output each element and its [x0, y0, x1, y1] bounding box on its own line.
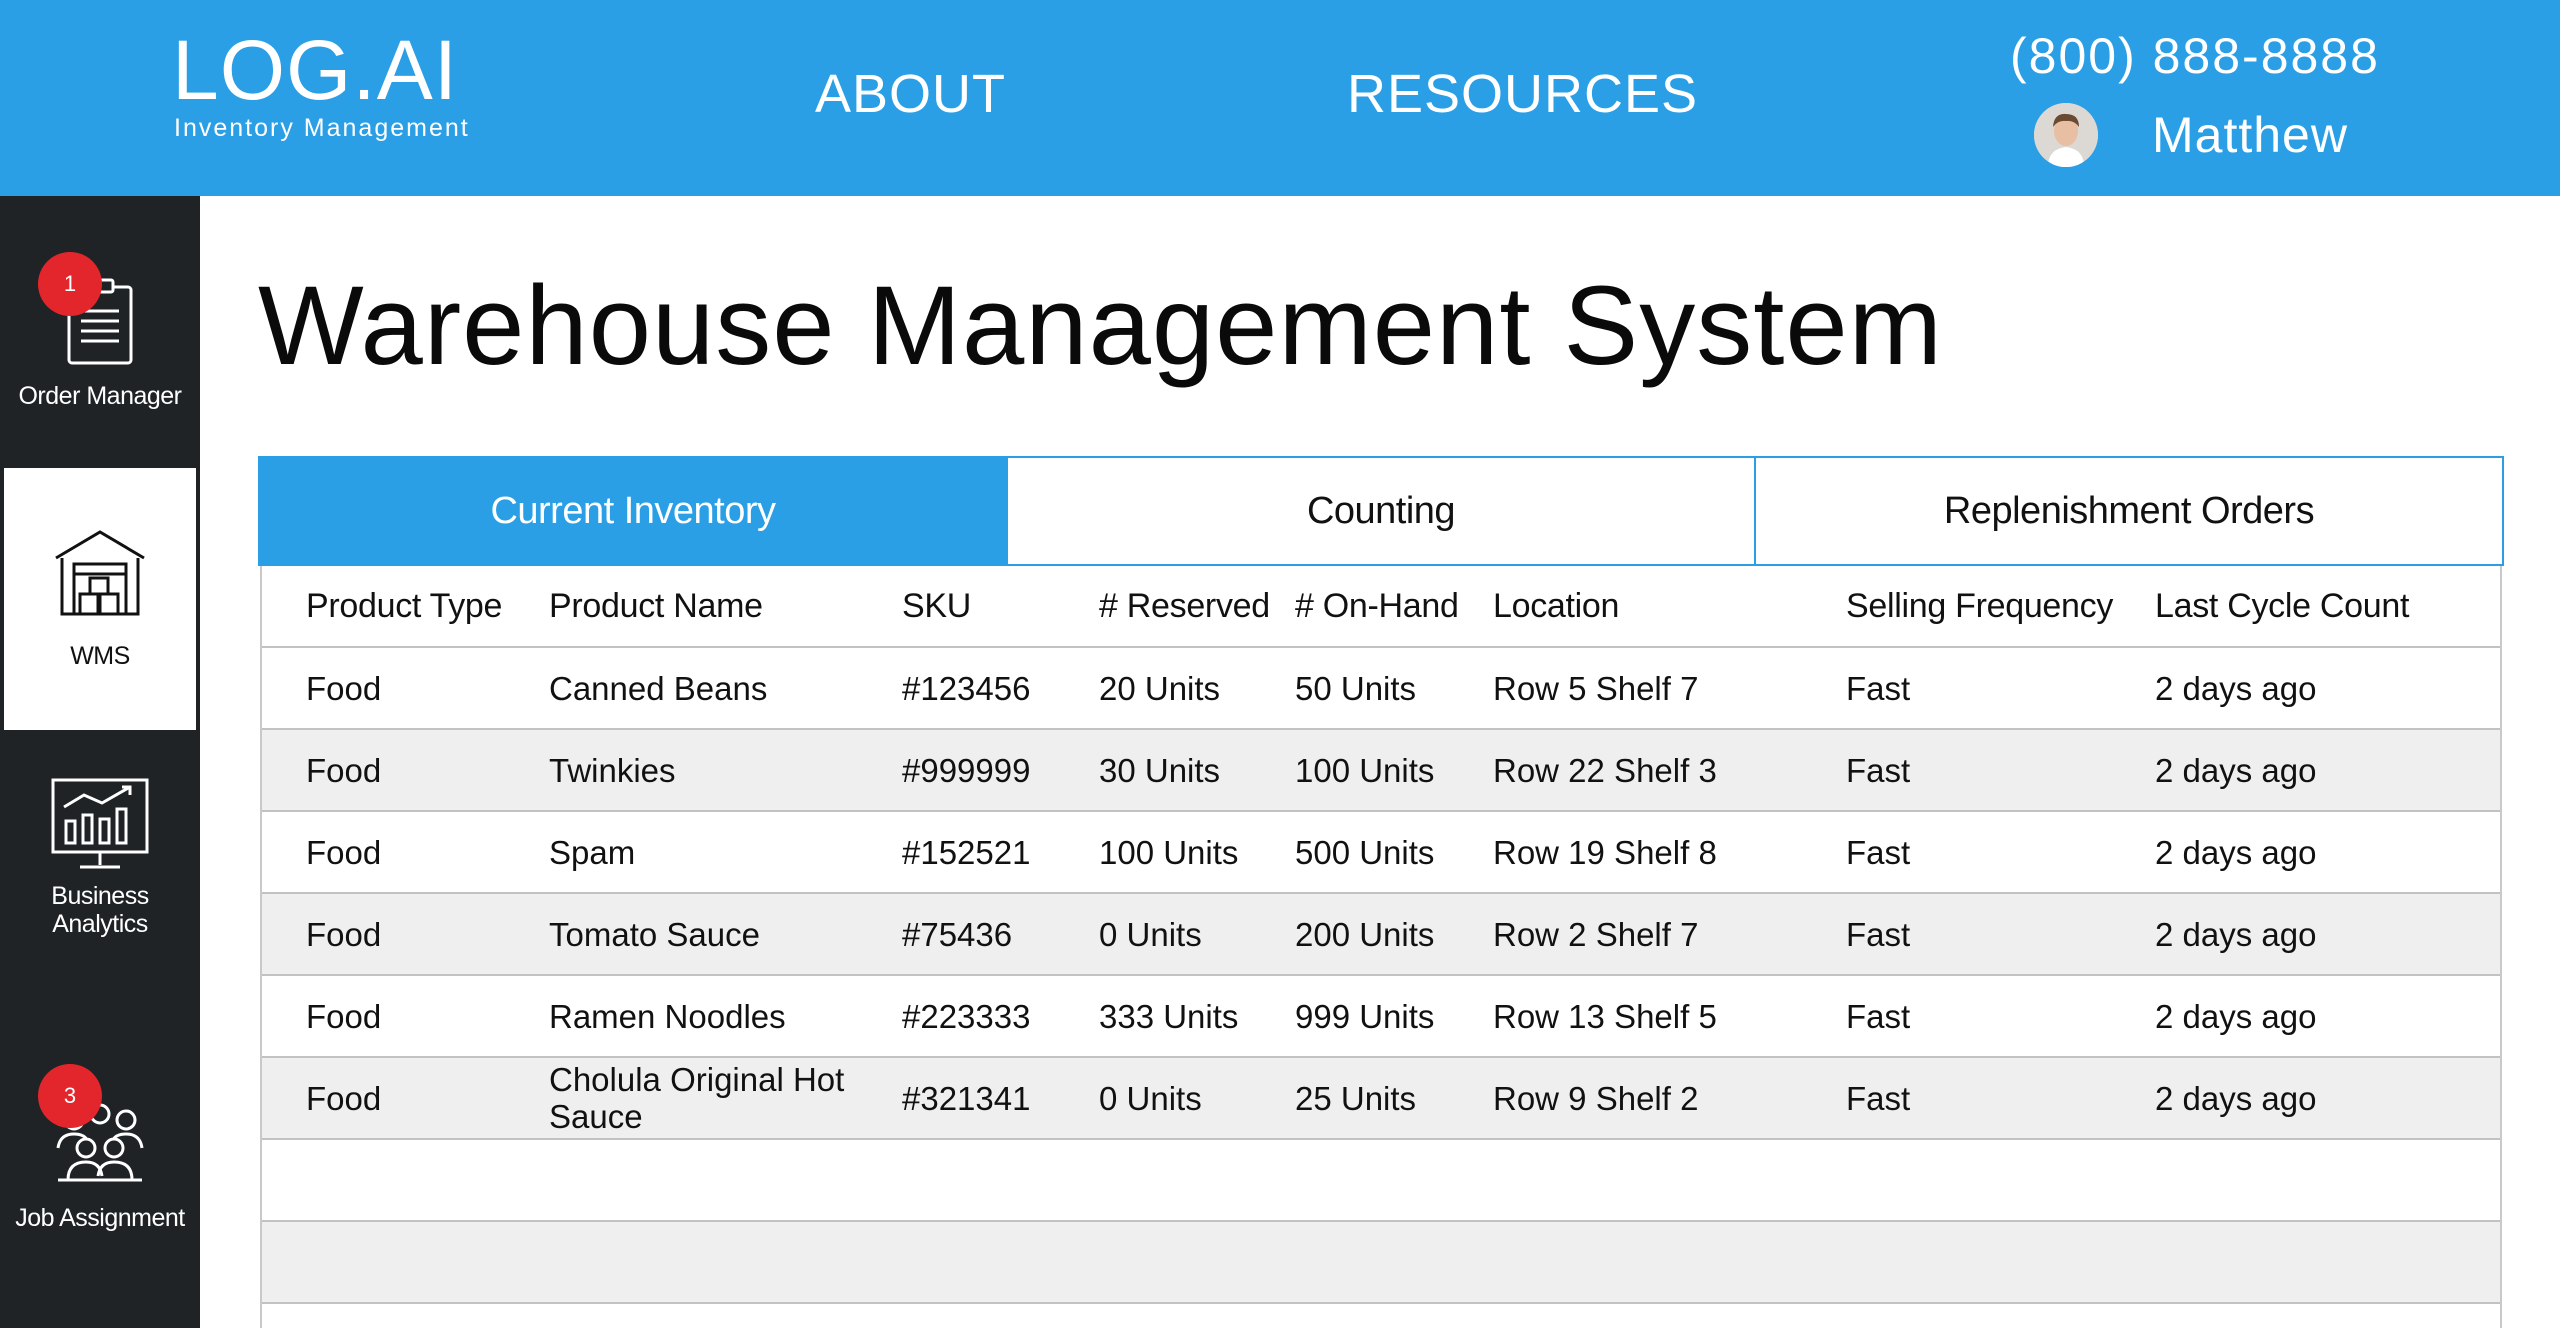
sidebar-item-label: WMS [70, 642, 130, 670]
warehouse-icon [50, 526, 150, 620]
logo-title: LOG.AI [172, 23, 459, 117]
table-cell: Row 2 Shelf 7 [1493, 915, 1699, 953]
table-cell: Row 13 Shelf 5 [1493, 997, 1717, 1035]
table-cell: Food [306, 997, 382, 1035]
column-header[interactable]: Selling Frequency [1846, 566, 2113, 646]
table-cell: #321341 [902, 1079, 1031, 1117]
table-cell: 25 Units [1295, 1079, 1417, 1117]
table-row[interactable]: Food Spam #152521 100 Units 500 Units Ro… [262, 812, 2500, 894]
table-cell: 100 Units [1295, 751, 1435, 789]
inventory-table: Product Type Product Name SKU # Reserved… [260, 566, 2502, 1328]
empty-table-row [262, 1304, 2500, 1328]
table-cell: #152521 [902, 833, 1031, 871]
empty-table-row [262, 1140, 2500, 1222]
table-header-row: Product Type Product Name SKU # Reserved… [262, 566, 2500, 648]
table-cell: 0 Units [1099, 915, 1202, 953]
table-cell: Ramen Noodles [549, 997, 786, 1035]
table-cell: 100 Units [1099, 833, 1239, 871]
table-cell: Row 22 Shelf 3 [1493, 751, 1717, 789]
table-cell: Fast [1846, 751, 1911, 789]
sidebar-item-label: Order Manager [18, 382, 182, 410]
user-menu[interactable]: Matthew [2034, 102, 2348, 168]
table-cell: Food [306, 915, 382, 953]
empty-table-row [262, 1222, 2500, 1304]
sidebar-item-label: Business Analytics [51, 882, 149, 938]
column-header[interactable]: Product Name [549, 566, 879, 646]
table-cell: 333 Units [1099, 997, 1239, 1035]
sidebar-item-wms[interactable]: WMS [4, 468, 196, 730]
analytics-monitor-icon [50, 776, 150, 872]
table-cell: Twinkies [549, 751, 676, 789]
column-header[interactable]: Last Cycle Count [2155, 566, 2409, 646]
column-header[interactable]: SKU [902, 566, 971, 646]
table-cell: Fast [1846, 997, 1911, 1035]
table-cell: Food [306, 751, 382, 789]
sidebar-item-job-assignment[interactable]: Job Assignment [0, 1096, 200, 1232]
column-header[interactable]: Location [1493, 566, 1619, 646]
table-cell: 999 Units [1295, 997, 1435, 1035]
table-cell: Row 9 Shelf 2 [1493, 1079, 1699, 1117]
table-cell: Fast [1846, 915, 1911, 953]
table-cell: #75436 [902, 915, 1013, 953]
table-cell: 2 days ago [2155, 669, 2317, 707]
sidebar-item-business-analytics[interactable]: Business Analytics [0, 776, 200, 938]
table-cell: Spam [549, 833, 636, 871]
tab-bar: Current Inventory Counting Replenishment… [258, 456, 2504, 566]
table-row[interactable]: Food Cholula Original Hot Sauce #321341 … [262, 1058, 2500, 1140]
table-cell: Fast [1846, 669, 1911, 707]
nav-about-link[interactable]: ABOUT [815, 62, 1006, 126]
table-cell: #123456 [902, 669, 1031, 707]
phone-number: (800) 888-8888 [2010, 28, 2380, 84]
table-row[interactable]: Food Twinkies #999999 30 Units 100 Units… [262, 730, 2500, 812]
tab-counting[interactable]: Counting [1006, 458, 1754, 564]
table-cell: #223333 [902, 997, 1031, 1035]
table-row[interactable]: Food Ramen Noodles #223333 333 Units 999… [262, 976, 2500, 1058]
notification-badge: 1 [38, 252, 102, 316]
nav-resources-link[interactable]: RESOURCES [1347, 62, 1698, 126]
tab-current-inventory[interactable]: Current Inventory [260, 458, 1006, 564]
table-cell: Row 5 Shelf 7 [1493, 669, 1699, 707]
table-cell: 2 days ago [2155, 1079, 2317, 1117]
table-cell: Fast [1846, 1079, 1911, 1117]
column-header[interactable]: Product Type [306, 566, 502, 646]
table-cell: #999999 [902, 751, 1031, 789]
table-cell: Cholula Original Hot Sauce [549, 1061, 845, 1135]
table-cell: 200 Units [1295, 915, 1435, 953]
table-cell: 500 Units [1295, 833, 1435, 871]
tab-replenishment-orders[interactable]: Replenishment Orders [1754, 458, 2502, 564]
column-header[interactable]: # Reserved [1099, 566, 1270, 646]
column-header[interactable]: # On-Hand [1295, 566, 1459, 646]
table-cell: 2 days ago [2155, 997, 2317, 1035]
table-cell: Food [306, 833, 382, 871]
notification-badge: 3 [38, 1064, 102, 1128]
table-cell: Food [306, 1079, 382, 1117]
table-cell: Row 19 Shelf 8 [1493, 833, 1717, 871]
table-cell: Food [306, 669, 382, 707]
sidebar-item-label: Job Assignment [15, 1204, 185, 1232]
avatar [2034, 103, 2098, 167]
logo[interactable]: LOG.AI Inventory Management [172, 28, 472, 142]
table-cell: 2 days ago [2155, 915, 2317, 953]
logo-subtitle: Inventory Management [174, 114, 470, 142]
table-row[interactable]: Food Canned Beans #123456 20 Units 50 Un… [262, 648, 2500, 730]
table-cell: 2 days ago [2155, 751, 2317, 789]
sidebar: Order Manager 1 WMS Business Analytics J… [0, 196, 200, 1328]
user-name: Matthew [2152, 107, 2348, 163]
page-title: Warehouse Management System [258, 263, 1943, 388]
table-cell: 2 days ago [2155, 833, 2317, 871]
table-cell: Tomato Sauce [549, 915, 760, 953]
table-cell: 0 Units [1099, 1079, 1202, 1117]
table-cell: 20 Units [1099, 669, 1221, 707]
table-row[interactable]: Food Tomato Sauce #75436 0 Units 200 Uni… [262, 894, 2500, 976]
top-header: LOG.AI Inventory Management ABOUT RESOUR… [0, 0, 2560, 196]
table-cell: Fast [1846, 833, 1911, 871]
table-cell: 50 Units [1295, 669, 1417, 707]
table-cell: Canned Beans [549, 669, 768, 707]
table-cell: 30 Units [1099, 751, 1221, 789]
